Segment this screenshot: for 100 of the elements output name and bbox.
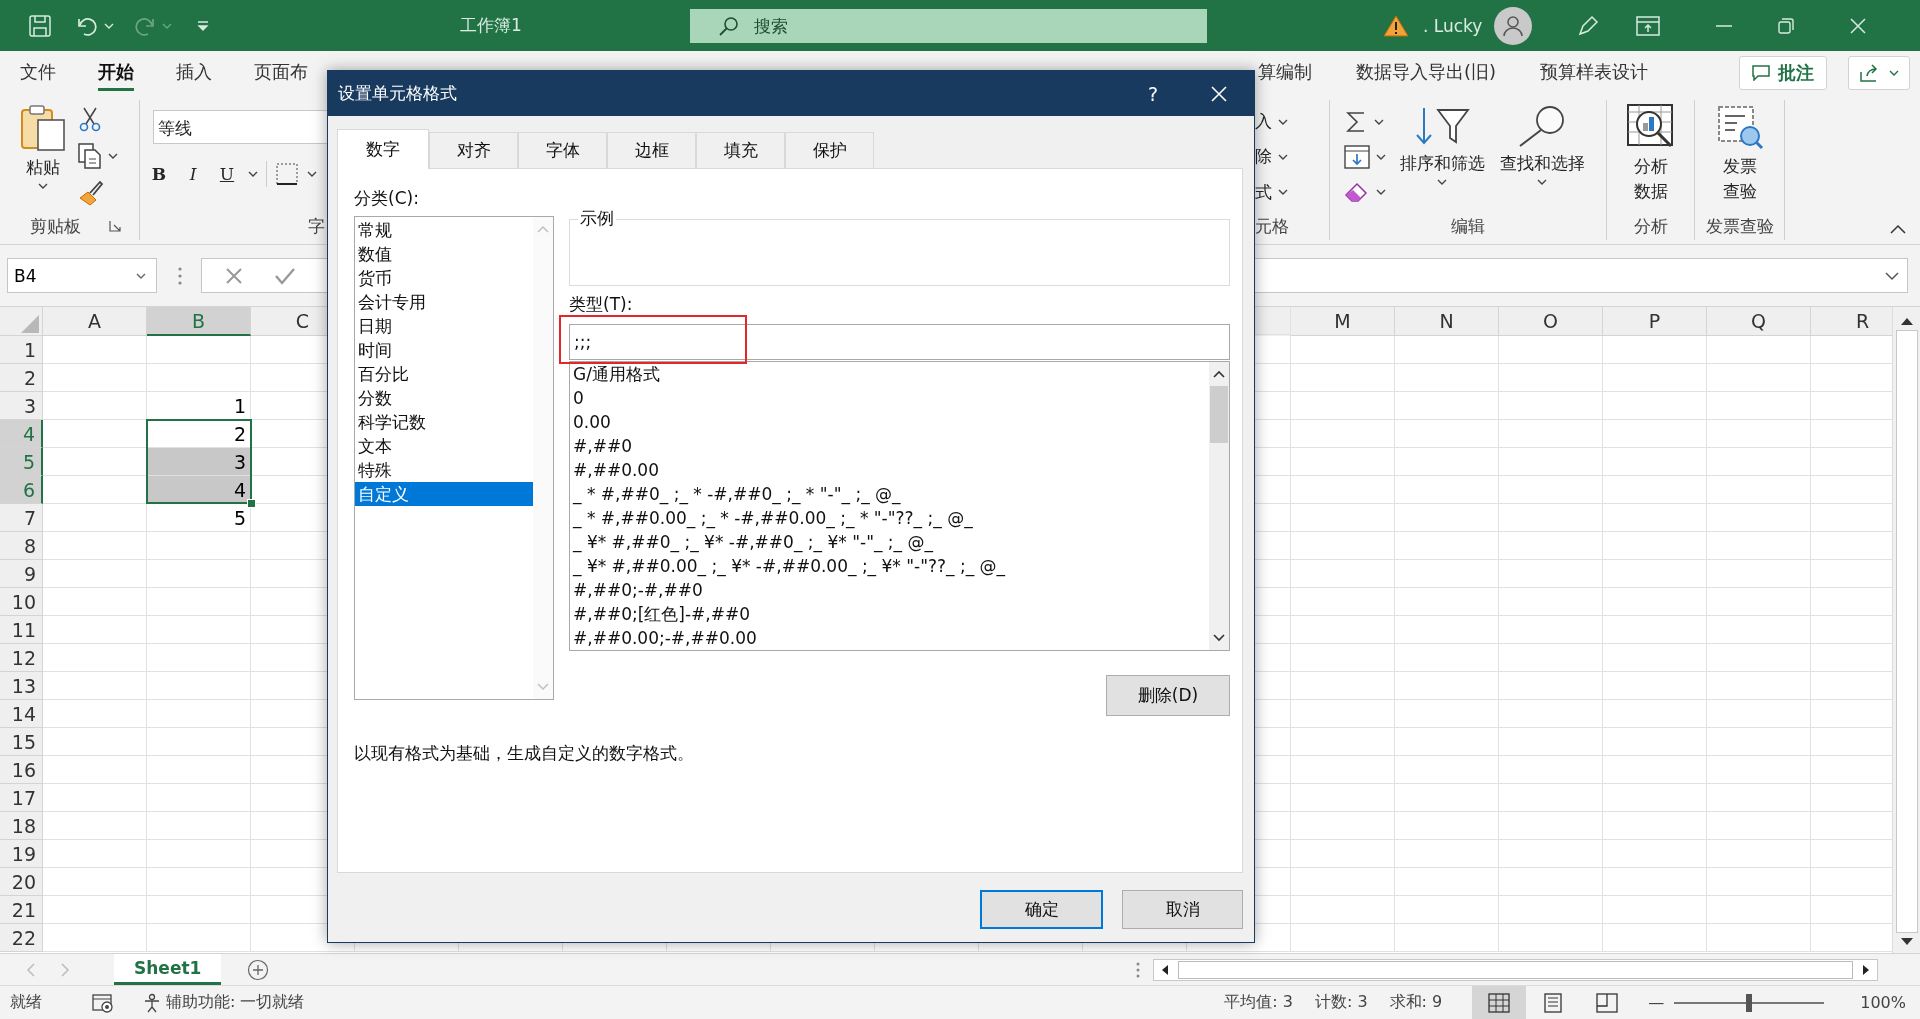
fill-handle[interactable] [247,499,256,508]
list-item[interactable]: 自定义 [355,482,533,506]
paste-button[interactable]: 粘贴 [12,100,74,212]
add-sheet-icon[interactable] [247,958,270,981]
invoice-check-button[interactable]: 发票查验 [1695,100,1784,212]
row-header[interactable]: 7 [0,504,43,532]
list-item[interactable]: 日期 [355,314,533,338]
scroll-up-icon[interactable] [1213,370,1225,378]
list-item[interactable]: 分数 [355,386,533,410]
row-header[interactable]: 4 [0,420,43,448]
list-item[interactable]: #,##0 [570,434,1209,458]
list-item[interactable]: 0 [570,386,1209,410]
row-header[interactable]: 15 [0,728,43,756]
ribbon-tab[interactable]: 数据导入导出(旧) [1356,55,1497,91]
list-item[interactable]: 0.00 [570,410,1209,434]
restore-icon[interactable] [1776,15,1797,36]
list-item[interactable]: 货币 [355,266,533,290]
row-header[interactable]: 16 [0,756,43,784]
row-header[interactable]: 19 [0,840,43,868]
ribbon-display-icon[interactable] [1636,15,1661,36]
comment-button[interactable]: 批注 [1739,56,1827,90]
save-icon[interactable] [28,13,52,38]
list-item[interactable]: 科学记数 [355,410,533,434]
list-item[interactable]: 数值 [355,242,533,266]
avatar[interactable] [1494,6,1533,45]
row-header[interactable]: 8 [0,532,43,560]
dialog-tab[interactable]: 边框 [607,132,696,168]
close-icon[interactable] [1210,84,1228,103]
dialog-tab[interactable]: 数字 [337,129,429,169]
list-item[interactable]: 百分比 [355,362,533,386]
accessibility-icon[interactable] [142,992,162,1013]
row-header[interactable]: 2 [0,364,43,392]
help-button[interactable]: ? [1147,82,1158,105]
macro-record-icon[interactable] [92,992,114,1013]
borders-icon[interactable] [275,162,299,186]
row-header[interactable]: 12 [0,644,43,672]
delete-button[interactable]: 删除(D) [1106,675,1230,716]
dialog-tab[interactable]: 对齐 [429,132,518,168]
row-header[interactable]: 14 [0,700,43,728]
scroll-up-icon[interactable] [1899,316,1914,326]
analyze-data-button[interactable]: 分析数据 [1607,100,1694,212]
row-header[interactable]: 1 [0,336,43,364]
dialog-tab[interactable]: 保护 [785,132,874,168]
row-header[interactable]: 9 [0,560,43,588]
row-header[interactable]: 17 [0,784,43,812]
copy-icon[interactable] [78,143,102,169]
share-button[interactable] [1848,56,1910,90]
bold-button[interactable]: B [146,164,172,184]
list-item[interactable]: _ * #,##0_ ;_ * -#,##0_ ;_ * "-"_ ;_ @_ [570,482,1209,506]
column-header[interactable]: M [1291,307,1395,336]
scroll-down-icon[interactable] [1899,937,1914,947]
fill-button[interactable] [1344,142,1386,172]
row-header[interactable]: 3 [0,392,43,420]
row-header[interactable]: 5 [0,448,43,476]
row-header[interactable]: 13 [0,672,43,700]
column-header[interactable]: P [1603,307,1707,336]
format-list[interactable] [569,361,1230,651]
scroll-down-icon[interactable] [1213,634,1225,642]
name-box[interactable]: B4 [7,258,157,293]
column-header[interactable]: O [1499,307,1603,336]
column-header[interactable]: Q [1707,307,1811,336]
row-header[interactable]: 22 [0,924,43,952]
ribbon-menu-button[interactable]: 入 [1255,106,1329,137]
row-header[interactable]: 11 [0,616,43,644]
cancel-button[interactable]: 取消 [1122,890,1243,929]
scroll-left-icon[interactable] [1160,963,1171,976]
ribbon-tab[interactable]: 算编制 [1258,55,1312,91]
underline-button[interactable]: U [214,164,240,184]
cancel-icon[interactable] [224,265,244,286]
ribbon-menu-button[interactable]: 除 [1255,142,1329,172]
list-item[interactable]: 文本 [355,434,533,458]
scissors-icon[interactable] [78,106,102,133]
row-header[interactable]: 18 [0,812,43,840]
type-field[interactable]: ;;; [569,324,1230,360]
dialog-launcher-icon[interactable] [109,220,121,232]
row-header[interactable]: 6 [0,476,43,504]
ribbon-menu-button[interactable]: 式 [1255,177,1329,208]
slider-thumb[interactable] [1746,993,1753,1012]
sort-filter-button[interactable]: 排序和筛选 [1392,100,1492,212]
find-select-button[interactable]: 查找和选择 [1492,100,1592,212]
list-item[interactable]: #,##0;[红色]-#,##0 [570,602,1209,626]
format-painter-icon[interactable] [78,179,104,206]
list-item[interactable]: _ * #,##0.00_ ;_ * -#,##0.00_ ;_ * "-"??_ ;_ @_ [570,506,1209,530]
column-header[interactable]: N [1395,307,1499,336]
list-item[interactable]: _ ¥* #,##0_ ;_ ¥* -#,##0_ ;_ ¥* "-"_ ;_ @_ [570,530,1209,554]
vertical-scrollbar[interactable] [1892,307,1920,953]
ribbon-tab[interactable]: 文件 [20,55,56,91]
category-list[interactable]: 常规 数值 货币 会计专用 日期 时间 百分比 分数 科学记数 文本 特殊 自定义 [354,216,554,700]
collapse-ribbon-icon[interactable] [1890,224,1906,234]
sheet-tab[interactable]: Sheet1 [114,954,222,985]
search-field[interactable]: 搜索 [690,8,1207,43]
list-item[interactable]: #,##0.00;-#,##0.00 [570,626,1209,650]
ribbon-tab[interactable]: 开始 [98,55,134,91]
list-item[interactable]: 会计专用 [355,290,533,314]
list-item[interactable]: G/通用格式 [570,362,1209,386]
normal-view-button[interactable] [1472,986,1527,1019]
list-item[interactable]: _ ¥* #,##0.00_ ;_ ¥* -#,##0.00_ ;_ ¥* "-"??_ ;_ @_ [570,554,1209,578]
dialog-tab[interactable]: 字体 [518,132,607,168]
list-item[interactable]: 常规 [355,218,533,242]
zoom-level[interactable]: 100% [1860,993,1906,1012]
